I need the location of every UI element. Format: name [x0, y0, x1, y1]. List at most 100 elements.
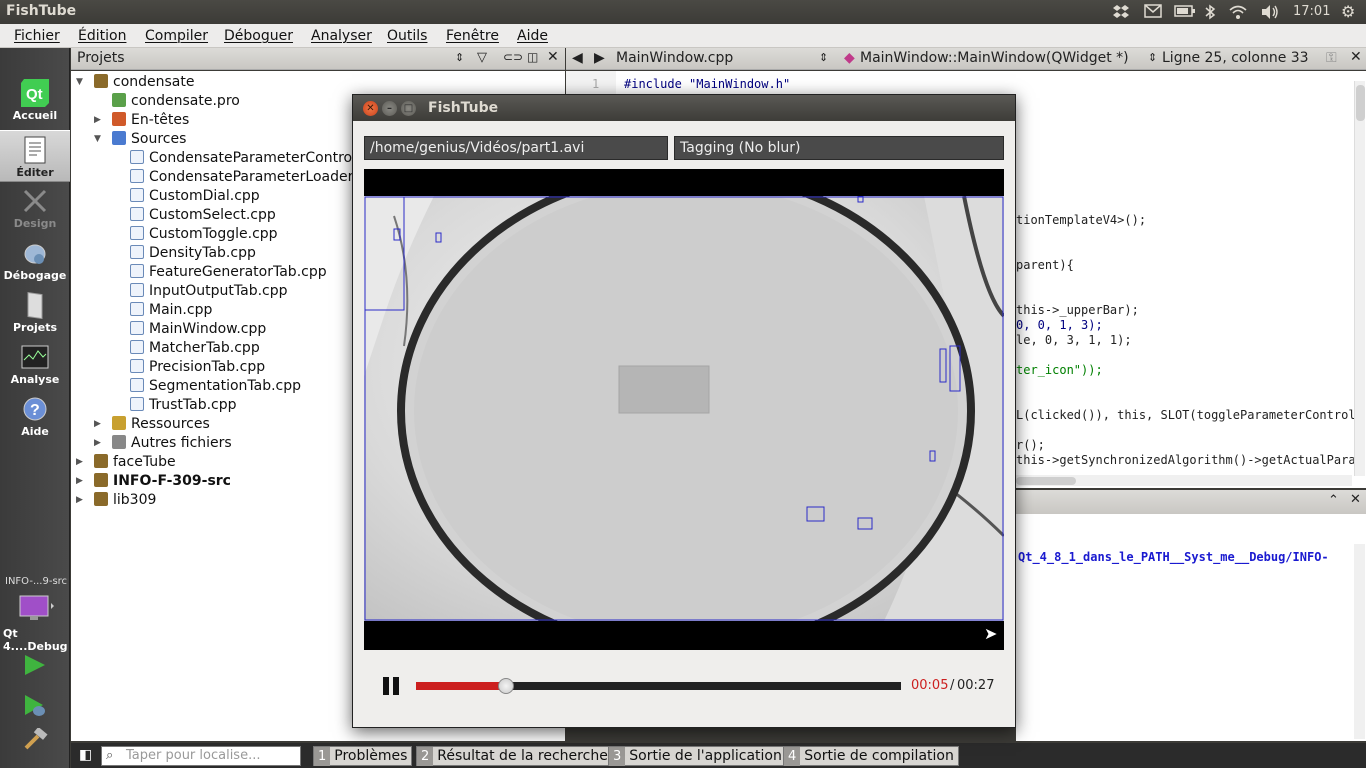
- menu-fenetre[interactable]: Fenêtre: [446, 28, 499, 44]
- mode-aide[interactable]: ? Aide: [0, 390, 70, 442]
- editor-file-selector[interactable]: MainWindow.cpp: [616, 50, 733, 66]
- menu-edition[interactable]: Édition: [78, 28, 126, 44]
- clock[interactable]: 17:01: [1293, 4, 1330, 20]
- close-output-icon[interactable]: ✕: [1350, 492, 1361, 507]
- editor-vscrollbar[interactable]: [1354, 81, 1365, 476]
- expand-arrow-icon[interactable]: ▶: [94, 415, 106, 434]
- tree-item[interactable]: ▶ En-têtes: [94, 111, 189, 130]
- output-scrollbar[interactable]: [1354, 544, 1365, 739]
- kit-selector-icon[interactable]: [18, 594, 54, 622]
- menu-deboguer[interactable]: Déboguer: [224, 28, 293, 44]
- link-icon[interactable]: ⊂⊃: [503, 50, 523, 64]
- tab-sortie-application[interactable]: 3 Sortie de l'application: [608, 746, 787, 766]
- cpp-file-icon: [130, 321, 144, 335]
- tree-item[interactable]: ▶ Ressources: [94, 415, 210, 434]
- expand-arrow-icon[interactable]: ▶: [94, 434, 106, 453]
- mode-selector[interactable]: Tagging (No blur): [674, 136, 1004, 160]
- tree-item[interactable]: condensate.pro: [112, 92, 240, 111]
- view-select-icon[interactable]: ⇕: [455, 51, 464, 64]
- tree-item[interactable]: FeatureGeneratorTab.cpp: [130, 263, 327, 282]
- tree-item[interactable]: CondensateParameterLoader.c: [130, 168, 364, 187]
- tree-item[interactable]: CondensateParameterControlW: [130, 149, 370, 168]
- tree-item[interactable]: ▼ condensate: [76, 73, 194, 92]
- battery-icon[interactable]: [1174, 4, 1196, 20]
- build-hammer-icon[interactable]: [22, 726, 48, 756]
- cpp-file-icon: [130, 207, 144, 221]
- file-path-field[interactable]: /home/genius/Vidéos/part1.avi: [364, 136, 668, 160]
- wifi-icon[interactable]: [1228, 4, 1248, 20]
- tree-item[interactable]: SegmentationTab.cpp: [130, 377, 301, 396]
- tree-item[interactable]: PrecisionTab.cpp: [130, 358, 265, 377]
- menu-fichier[interactable]: Fichier: [14, 28, 60, 44]
- pause-icon[interactable]: [381, 676, 401, 696]
- expand-arrow-icon[interactable]: ▶: [76, 472, 88, 491]
- tab-resultat-recherche[interactable]: 2 Résultat de la recherche: [416, 746, 613, 766]
- tab-problemes[interactable]: 1 Problèmes: [313, 746, 413, 766]
- scroll-thumb[interactable]: [1356, 85, 1365, 121]
- tree-item[interactable]: DensityTab.cpp: [130, 244, 256, 263]
- symbol-select-arrow-icon[interactable]: ⇕: [1148, 51, 1157, 64]
- mode-editer[interactable]: Éditer: [0, 130, 70, 182]
- run-icon[interactable]: [22, 653, 48, 681]
- hscroll-thumb[interactable]: [1016, 477, 1076, 485]
- cpp-file-icon: [130, 226, 144, 240]
- locator-field[interactable]: ⌕ Taper pour localise...: [101, 746, 301, 766]
- tree-item[interactable]: CustomToggle.cpp: [130, 225, 278, 244]
- menu-aide[interactable]: Aide: [517, 28, 548, 44]
- file-select-arrow-icon[interactable]: ⇕: [819, 51, 828, 64]
- split-icon[interactable]: ◫: [527, 50, 538, 64]
- tree-item[interactable]: TrustTab.cpp: [130, 396, 237, 415]
- menu-outils[interactable]: Outils: [387, 28, 427, 44]
- minimize-window-icon[interactable]: –: [382, 101, 397, 116]
- dialog-titlebar[interactable]: ✕ – □ FishTube: [353, 95, 1015, 121]
- seek-handle[interactable]: [497, 678, 514, 694]
- filter-icon[interactable]: ▽: [477, 50, 487, 65]
- tree-item[interactable]: ▶ Autres fichiers: [94, 434, 232, 453]
- menu-compiler[interactable]: Compiler: [145, 28, 208, 44]
- tree-item[interactable]: CustomSelect.cpp: [130, 206, 276, 225]
- close-pane-icon[interactable]: ✕: [547, 49, 559, 65]
- volume-icon[interactable]: [1260, 4, 1280, 20]
- tree-item-label: CustomDial.cpp: [149, 188, 260, 204]
- mail-icon[interactable]: [1144, 4, 1162, 20]
- tab-sortie-compilation[interactable]: 4 Sortie de compilation: [783, 746, 959, 766]
- dropbox-icon[interactable]: [1112, 4, 1130, 20]
- mode-analyse[interactable]: Analyse: [0, 338, 70, 390]
- mode-accueil[interactable]: Qt Accueil: [0, 74, 70, 126]
- debug-run-icon[interactable]: [22, 693, 48, 723]
- tree-item[interactable]: ▼ Sources: [94, 130, 186, 149]
- sidebar-toggle-icon[interactable]: ◧: [79, 747, 92, 763]
- tree-item[interactable]: CustomDial.cpp: [130, 187, 260, 206]
- close-editor-icon[interactable]: ✕: [1350, 49, 1362, 65]
- mode-debogage[interactable]: Débogage: [0, 234, 70, 286]
- expand-arrow-icon[interactable]: ▶: [94, 111, 106, 130]
- close-window-icon[interactable]: ✕: [363, 101, 378, 116]
- nav-back-icon[interactable]: ◀: [572, 50, 583, 66]
- video-view[interactable]: ➤: [364, 169, 1004, 650]
- tree-item[interactable]: ▶ INFO-F-309-src: [76, 472, 231, 491]
- expand-arrow-icon[interactable]: ▼: [76, 73, 88, 92]
- tree-item[interactable]: InputOutputTab.cpp: [130, 282, 288, 301]
- tree-item[interactable]: MainWindow.cpp: [130, 320, 266, 339]
- expand-arrow-icon[interactable]: ▶: [76, 453, 88, 472]
- gear-icon[interactable]: ⚙: [1341, 2, 1355, 21]
- editor-hscrollbar[interactable]: [1016, 475, 1352, 486]
- compile-output[interactable]: Qt_4_8_1_dans_le_PATH__Syst_me__Debug/IN…: [1016, 514, 1366, 741]
- symbol-selector[interactable]: MainWindow::MainWindow(QWidget *): [860, 50, 1129, 66]
- mode-projets[interactable]: Projets: [0, 286, 70, 338]
- menu-analyser[interactable]: Analyser: [311, 28, 372, 44]
- expand-arrow-icon[interactable]: ▼: [94, 130, 106, 149]
- nav-forward-icon[interactable]: ▶: [594, 50, 605, 66]
- bluetooth-icon[interactable]: [1204, 4, 1216, 20]
- tree-item[interactable]: ▶ lib309: [76, 491, 156, 510]
- tree-item[interactable]: Main.cpp: [130, 301, 212, 320]
- maximize-window-icon[interactable]: □: [401, 101, 416, 116]
- tree-item[interactable]: ▶ faceTube: [76, 453, 176, 472]
- mode-design[interactable]: Design: [0, 182, 70, 234]
- projects-pane-title: Projets: [77, 50, 125, 66]
- tree-item[interactable]: MatcherTab.cpp: [130, 339, 260, 358]
- seek-slider[interactable]: [416, 678, 901, 694]
- expand-arrow-icon[interactable]: ▶: [76, 491, 88, 510]
- maximize-pane-icon[interactable]: ⌃: [1328, 493, 1339, 508]
- analyze-icon: [19, 342, 51, 372]
